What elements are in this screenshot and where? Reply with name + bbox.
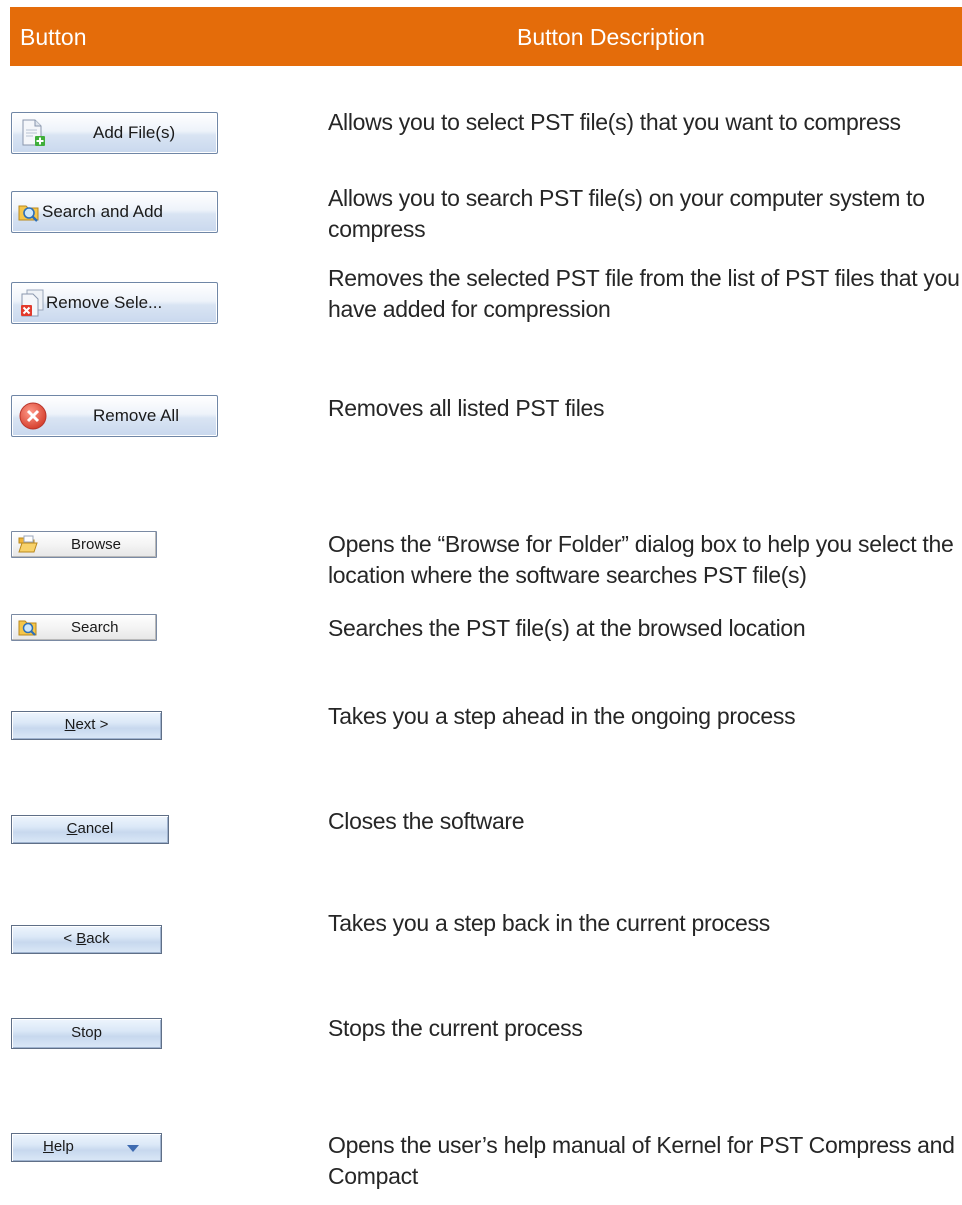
- remove-selected-description: Removes the selected PST file from the l…: [328, 265, 960, 322]
- help-button[interactable]: Help: [11, 1133, 162, 1162]
- folder-open-icon: [18, 535, 38, 554]
- remove-all-button[interactable]: Remove All: [11, 395, 218, 437]
- document-remove-icon: [18, 288, 48, 318]
- search-label: Search: [71, 619, 119, 636]
- stop-description: Stops the current process: [328, 1015, 583, 1041]
- add-files-description: Allows you to select PST file(s) that yo…: [328, 109, 901, 135]
- next-description: Takes you a step ahead in the ongoing pr…: [328, 703, 796, 729]
- help-label: Help: [43, 1138, 74, 1155]
- search-folder-icon: [18, 618, 38, 637]
- browse-button[interactable]: Browse: [11, 531, 157, 558]
- remove-selected-button[interactable]: Remove Sele...: [11, 282, 218, 324]
- remove-circle-icon: [18, 401, 48, 431]
- table-header: Button Button Description: [10, 7, 962, 66]
- next-button[interactable]: Next >: [11, 711, 162, 740]
- cancel-description: Closes the software: [328, 808, 525, 834]
- search-description: Searches the PST file(s) at the browsed …: [328, 615, 806, 641]
- cancel-label: Cancel: [66, 820, 114, 837]
- header-description-column: Button Description: [517, 24, 705, 50]
- search-and-add-description: Allows you to search PST file(s) on your…: [328, 185, 925, 242]
- chevron-down-icon: [127, 1145, 139, 1152]
- search-button[interactable]: Search: [11, 614, 157, 641]
- next-label: Next >: [64, 716, 109, 733]
- back-button[interactable]: < Back: [11, 925, 162, 954]
- stop-button[interactable]: Stop: [11, 1018, 162, 1049]
- back-description: Takes you a step back in the current pro…: [328, 910, 770, 936]
- cancel-button[interactable]: Cancel: [11, 815, 169, 844]
- stop-label: Stop: [71, 1024, 102, 1041]
- search-folder-icon: [18, 201, 40, 223]
- add-files-button[interactable]: Add File(s): [11, 112, 218, 154]
- remove-selected-label: Remove Sele...: [46, 293, 163, 312]
- document-add-icon: [18, 118, 48, 148]
- browse-description: Opens the “Browse for Folder” dialog box…: [328, 531, 954, 588]
- add-files-label: Add File(s): [93, 123, 176, 142]
- help-description: Opens the user’s help manual of Kernel f…: [328, 1132, 955, 1189]
- remove-all-description: Removes all listed PST files: [328, 395, 605, 421]
- remove-all-label: Remove All: [93, 406, 179, 425]
- header-button-column: Button: [20, 24, 87, 50]
- browse-label: Browse: [71, 536, 122, 553]
- search-and-add-label: Search and Add: [42, 202, 163, 221]
- search-and-add-button[interactable]: Search and Add: [11, 191, 218, 233]
- back-label: < Back: [63, 930, 110, 947]
